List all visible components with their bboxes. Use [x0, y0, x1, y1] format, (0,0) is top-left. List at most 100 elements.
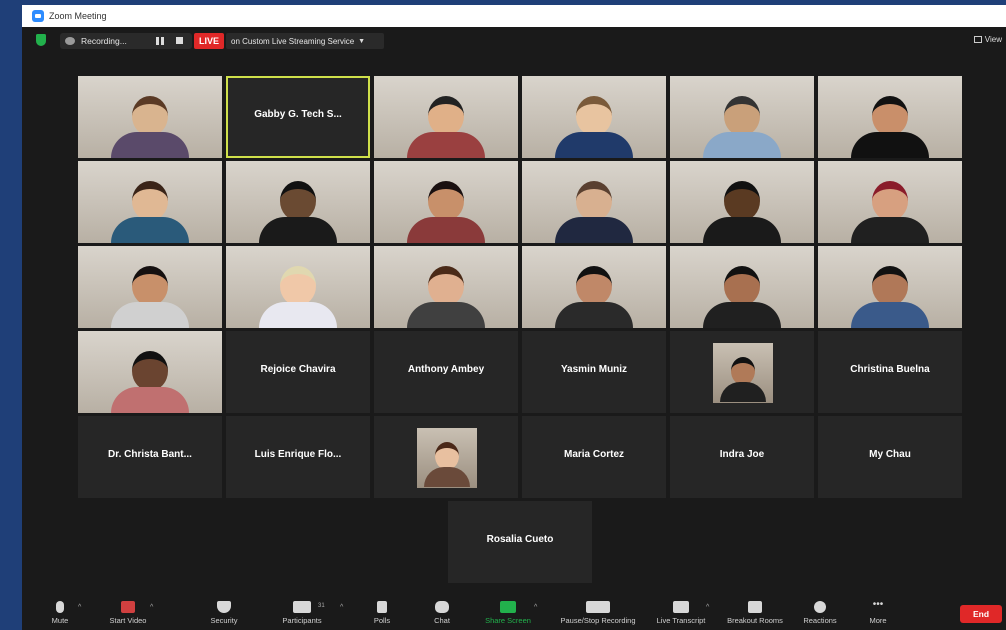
more-dots-icon: ••• [872, 599, 884, 610]
zoom-app-icon [32, 10, 44, 22]
breakout-rooms-grid-icon [748, 601, 762, 613]
breakout-rooms-label: Breakout Rooms [727, 616, 783, 625]
closed-caption-icon [673, 601, 689, 613]
pause-stop-icon [586, 601, 610, 613]
participant-tile[interactable] [522, 161, 666, 243]
participant-tile[interactable]: Maria Cortez [522, 416, 666, 498]
video-camera-off-icon [121, 601, 135, 613]
participant-tile[interactable] [374, 161, 518, 243]
chevron-up-icon[interactable]: ^ [340, 604, 343, 611]
participant-tile[interactable] [522, 246, 666, 328]
security-button[interactable]: Security [194, 601, 254, 625]
participant-video [407, 266, 485, 328]
security-label: Security [210, 616, 238, 625]
start-video-button[interactable]: Start Video ^ [98, 601, 158, 625]
participant-tile[interactable]: My Chau [818, 416, 962, 498]
participant-video [259, 266, 337, 328]
chevron-up-icon[interactable]: ^ [150, 604, 153, 611]
participant-profile-picture [713, 343, 773, 403]
chevron-up-icon[interactable]: ^ [78, 604, 81, 611]
participant-tile[interactable] [374, 76, 518, 158]
participant-name: Christina Buelna [850, 364, 930, 375]
participant-tile[interactable]: Rejoice Chavira [226, 331, 370, 413]
reactions-label: Reactions [803, 616, 837, 625]
participant-tile[interactable] [522, 76, 666, 158]
more-label: More [869, 616, 887, 625]
participant-name: Anthony Ambey [407, 364, 485, 375]
chat-button[interactable]: Chat [412, 601, 472, 625]
participant-tile[interactable] [78, 76, 222, 158]
participant-profile-picture [417, 428, 477, 488]
participant-video [111, 181, 189, 243]
participant-video [407, 96, 485, 158]
participant-video [851, 181, 929, 243]
window-title: Zoom Meeting [49, 11, 107, 21]
meeting-info-bar: Recording... LIVE on Custom Live Streami… [22, 30, 1006, 52]
view-button[interactable]: View [973, 35, 1002, 44]
reactions-button[interactable]: Reactions [790, 601, 850, 625]
participant-name: Maria Cortez [563, 449, 624, 460]
participant-tile[interactable]: Dr. Christa Bant... [78, 416, 222, 498]
participant-tile[interactable]: Rosalia Cueto [448, 501, 592, 583]
shield-icon [217, 601, 231, 613]
participant-video [851, 266, 929, 328]
participant-video [111, 266, 189, 328]
participant-tile[interactable] [818, 161, 962, 243]
participant-tile[interactable]: Yasmin Muniz [522, 331, 666, 413]
participant-name: Gabby G. Tech S... [254, 109, 342, 120]
participant-name: Dr. Christa Bant... [108, 449, 192, 460]
chevron-up-icon[interactable]: ^ [534, 604, 537, 611]
polls-bar-chart-icon [377, 601, 387, 613]
participant-video [259, 181, 337, 243]
title-bar: Zoom Meeting [22, 5, 1006, 27]
pause-stop-recording-button[interactable]: Pause/Stop Recording [556, 601, 640, 625]
end-meeting-button[interactable]: End [960, 605, 1002, 623]
participant-name: My Chau [869, 449, 911, 460]
participant-tile[interactable] [78, 331, 222, 413]
stop-recording-icon[interactable] [176, 37, 183, 44]
pause-recording-icon[interactable] [156, 37, 164, 45]
participant-tile[interactable]: Anthony Ambey [374, 331, 518, 413]
participant-tile[interactable] [374, 246, 518, 328]
share-screen-label: Share Screen [485, 616, 531, 625]
polls-button[interactable]: Polls [352, 601, 412, 625]
participant-tile[interactable] [670, 331, 814, 413]
live-stream-dropdown[interactable]: on Custom Live Streaming Service ▼ [226, 33, 384, 49]
participant-tile[interactable]: Indra Joe [670, 416, 814, 498]
reactions-smiley-icon [814, 601, 826, 613]
participant-tile[interactable]: Christina Buelna [818, 331, 962, 413]
participant-tile[interactable] [670, 161, 814, 243]
participant-tile[interactable] [374, 416, 518, 498]
participant-name: Luis Enrique Flo... [254, 449, 342, 460]
pause-stop-recording-label: Pause/Stop Recording [560, 616, 636, 625]
participants-button[interactable]: Participants 31 ^ [272, 601, 343, 625]
chevron-up-icon[interactable]: ^ [706, 604, 709, 611]
participant-tile[interactable] [78, 161, 222, 243]
live-badge: LIVE [194, 33, 224, 49]
breakout-rooms-button[interactable]: Breakout Rooms [722, 601, 788, 625]
participant-name: Rejoice Chavira [260, 364, 336, 375]
share-screen-arrow-icon [500, 601, 516, 613]
polls-label: Polls [373, 616, 391, 625]
mute-button[interactable]: Mute ^ [30, 601, 90, 625]
participant-tile[interactable]: Gabby G. Tech S... [226, 76, 370, 158]
participant-tile[interactable]: Luis Enrique Flo... [226, 416, 370, 498]
grid-view-icon [973, 36, 982, 43]
participant-video [555, 181, 633, 243]
screen-frame: Zoom Meeting Recording... LIVE on Custom… [0, 0, 1006, 630]
participant-tile[interactable] [818, 76, 962, 158]
participant-tile[interactable] [670, 246, 814, 328]
mute-label: Mute [51, 616, 69, 625]
live-transcript-button[interactable]: Live Transcript ^ [648, 601, 714, 625]
live-transcript-label: Live Transcript [656, 616, 706, 625]
participant-tile[interactable] [226, 161, 370, 243]
share-screen-button[interactable]: Share Screen ^ [478, 601, 538, 625]
participants-count: 31 [318, 603, 325, 609]
participant-tile[interactable] [78, 246, 222, 328]
participant-tile[interactable] [818, 246, 962, 328]
participant-tile[interactable] [226, 246, 370, 328]
participant-video [555, 266, 633, 328]
security-shield-icon[interactable] [36, 34, 46, 46]
participant-tile[interactable] [670, 76, 814, 158]
more-button[interactable]: ••• More [848, 599, 908, 626]
